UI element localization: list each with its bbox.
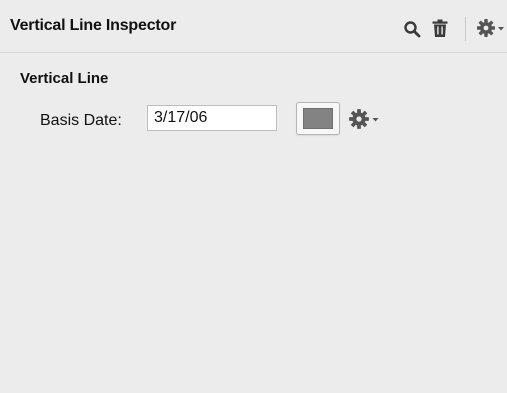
chevron-down-icon: [498, 27, 504, 31]
search-icon[interactable]: [403, 20, 421, 38]
chevron-down-icon: [372, 118, 379, 122]
inspector-title: Vertical Line Inspector: [10, 17, 177, 34]
trash-icon[interactable]: [432, 19, 448, 38]
color-well[interactable]: [296, 102, 340, 135]
action-gear-button[interactable]: [347, 108, 385, 130]
color-swatch: [303, 108, 333, 129]
basis-date-label: Basis Date:: [40, 112, 122, 129]
gear-icon: [349, 109, 369, 129]
gear-icon: [477, 19, 495, 37]
section-title: Vertical Line: [20, 70, 109, 87]
inspector-header: Vertical Line Inspector: [0, 0, 507, 53]
toolbar-divider: [465, 17, 466, 41]
inspector-panel: Vertical Line Inspector Vertical Line Ba…: [0, 0, 507, 393]
gear-menu-button[interactable]: [476, 18, 507, 38]
basis-date-input[interactable]: [147, 105, 277, 131]
